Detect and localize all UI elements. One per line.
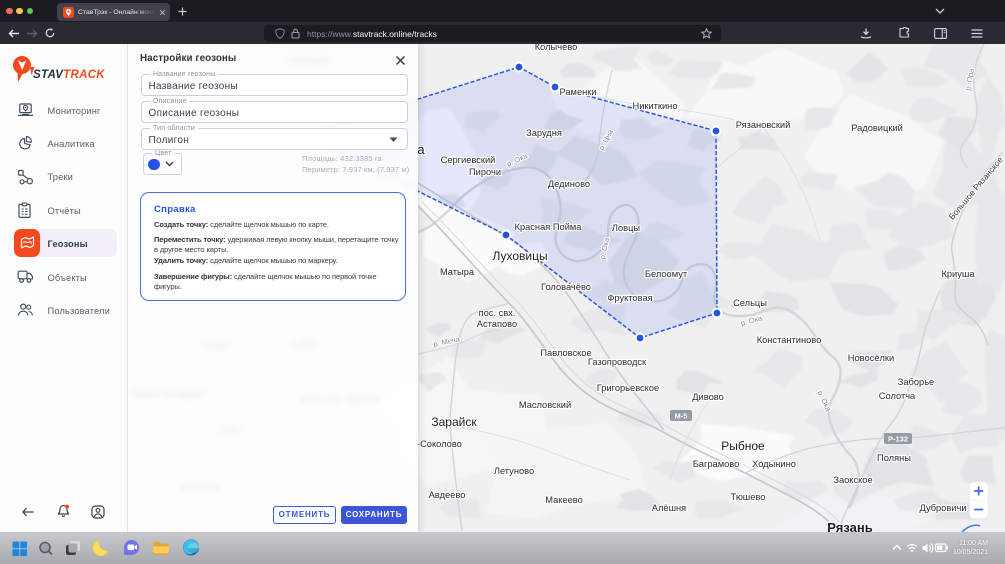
svg-text:Заокское: Заокское — [833, 475, 872, 485]
svg-text:Раменки: Раменки — [559, 87, 596, 97]
svg-text:пос. свх.: пос. свх. — [479, 308, 516, 318]
svg-text:Никиткино: Никиткино — [633, 101, 678, 111]
svg-text:Пирочи: Пирочи — [469, 167, 501, 177]
svg-text:Рязань: Рязань — [827, 520, 872, 532]
svg-text:Константиново: Константиново — [757, 335, 822, 345]
svg-text:а: а — [417, 142, 425, 157]
svg-text:Радовицкий: Радовицкий — [851, 123, 903, 133]
svg-text:Баграмово: Баграмово — [693, 459, 740, 469]
svg-text:Дивово: Дивово — [692, 392, 724, 402]
svg-text:Ловцы: Ловцы — [612, 223, 641, 233]
svg-text:Матыра: Матыра — [440, 267, 475, 277]
svg-text:Сельцы: Сельцы — [733, 298, 767, 308]
svg-text:Р-132: Р-132 — [888, 435, 908, 444]
svg-text:Рязановский: Рязановский — [736, 120, 791, 130]
svg-text:Авдеево: Авдеево — [429, 490, 466, 500]
svg-text:М-5: М-5 — [675, 412, 688, 421]
svg-text:Масловский: Масловский — [519, 400, 571, 410]
svg-text:Зарудня: Зарудня — [526, 128, 562, 138]
svg-text:-Соколово: -Соколово — [417, 439, 462, 449]
svg-text:Заборье: Заборье — [898, 377, 934, 387]
svg-text:Белоомут: Белоомут — [645, 269, 688, 279]
svg-text:Павловское: Павловское — [540, 348, 591, 358]
svg-text:Рыбное: Рыбное — [721, 439, 765, 453]
svg-text:Ходынино: Ходынино — [752, 459, 796, 469]
svg-text:Фруктовая: Фруктовая — [607, 293, 652, 303]
svg-text:Луховицы: Луховицы — [492, 249, 547, 263]
svg-text:Сергиевский: Сергиевский — [441, 155, 496, 165]
svg-text:Колычево: Колычево — [535, 44, 578, 52]
svg-text:Головачёво: Головачёво — [541, 282, 591, 292]
svg-text:Криуша: Криуша — [941, 269, 975, 279]
svg-text:Новосёлки: Новосёлки — [848, 353, 894, 363]
svg-text:Тюшево: Тюшево — [731, 492, 766, 502]
svg-text:Дубровичи: Дубровичи — [919, 503, 966, 513]
svg-text:Поляны: Поляны — [877, 453, 911, 463]
svg-text:Газопроводск: Газопроводск — [588, 357, 647, 367]
svg-text:Дединово: Дединово — [548, 179, 590, 189]
svg-text:Зарайск: Зарайск — [431, 415, 477, 429]
svg-text:Макеево: Макеево — [545, 495, 583, 505]
svg-text:Алёшня: Алёшня — [652, 503, 686, 513]
svg-text:Летуново: Летуново — [494, 466, 534, 476]
svg-text:Астапово: Астапово — [477, 319, 517, 329]
svg-text:Солотча: Солотча — [879, 391, 916, 401]
svg-text:Красная Пойма: Красная Пойма — [515, 222, 583, 232]
svg-text:Григорьевское: Григорьевское — [597, 383, 659, 393]
